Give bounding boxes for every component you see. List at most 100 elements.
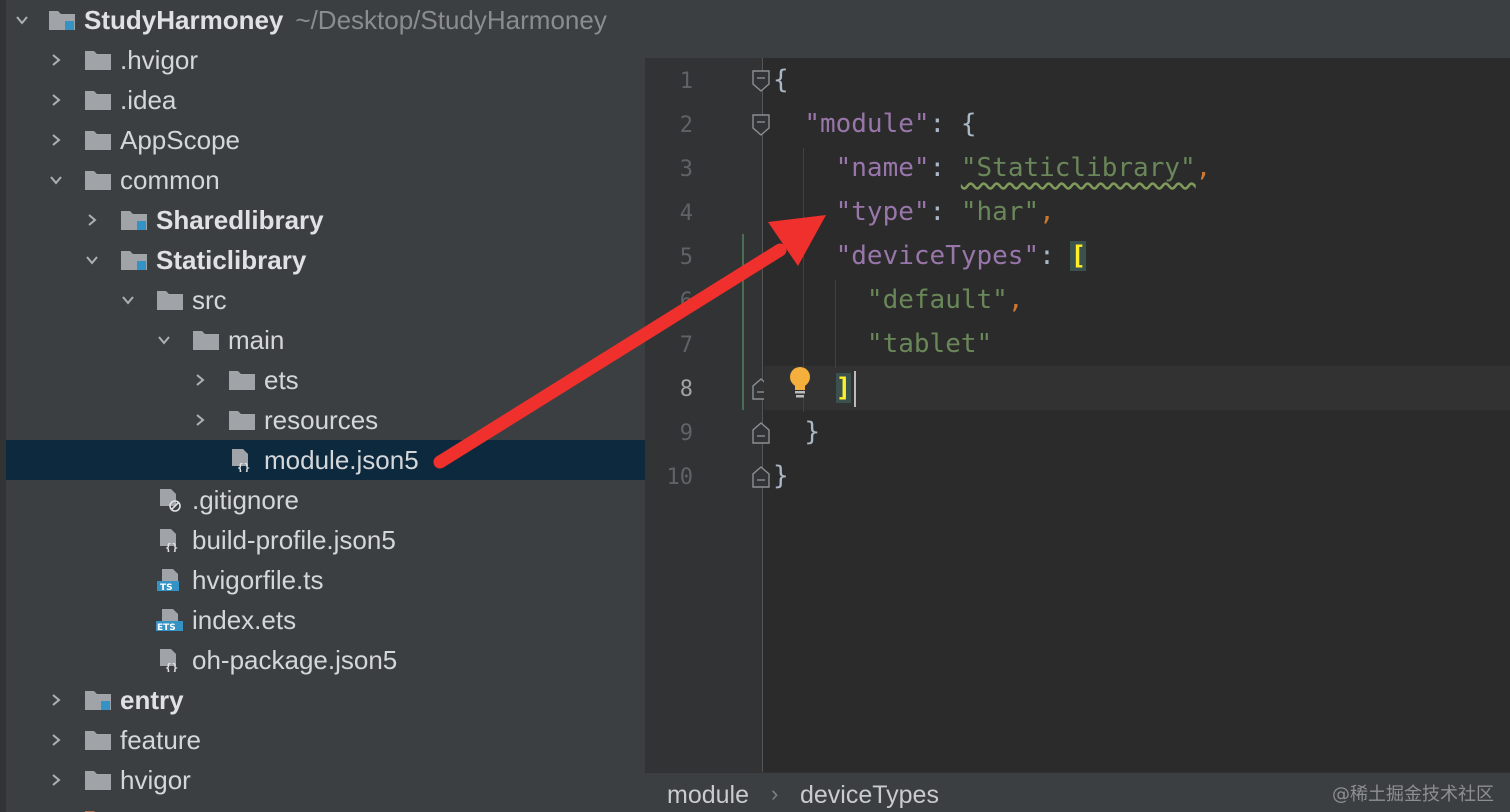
code-editor[interactable]: 1 2 3 4 5 6 7 8 9 10 { "module": { "name… <box>645 0 1510 812</box>
chevron-down-icon[interactable] <box>82 240 102 280</box>
json-comma: , <box>1039 197 1055 227</box>
tree-row-feature[interactable]: feature <box>0 720 645 760</box>
code-line-10[interactable]: } <box>773 454 789 498</box>
project-path: ~/Desktop/StudyHarmoney <box>295 5 607 35</box>
code-line-4[interactable]: "type": "har", <box>773 190 1055 234</box>
tree-row-resources[interactable]: resources <box>0 400 645 440</box>
folder-icon <box>156 288 184 312</box>
chevron-right-icon[interactable] <box>46 120 66 160</box>
tree-label: resources <box>264 405 379 435</box>
code-line-3[interactable]: "name": "Staticlibrary", <box>773 146 1212 190</box>
json-comma: , <box>1195 153 1212 183</box>
breadcrumb-item-devicetypes[interactable]: deviceTypes <box>800 773 939 812</box>
tree-row-build-profile[interactable]: {} build-profile.json5 <box>0 520 645 560</box>
tree-row-idea[interactable]: .idea <box>0 80 645 120</box>
tree-row-common[interactable]: common <box>0 160 645 200</box>
tree-label: hvigor <box>120 765 191 795</box>
chevron-down-icon[interactable] <box>154 320 174 360</box>
json-brace: } <box>773 461 789 491</box>
tree-label: AppScope <box>120 125 240 155</box>
typescript-file-icon: TS <box>156 568 184 592</box>
chevron-right-icon[interactable] <box>46 40 66 80</box>
project-name: StudyHarmoney <box>84 5 284 35</box>
tree-label: oh-package.json5 <box>192 645 398 675</box>
json-colon: : <box>929 109 946 139</box>
svg-text:{}: {} <box>237 461 250 472</box>
folder-icon <box>228 408 256 432</box>
tree-label: ets <box>264 365 299 395</box>
vcs-change-marker[interactable] <box>742 234 744 410</box>
breadcrumb-separator: › <box>771 781 779 806</box>
fold-open-icon[interactable] <box>752 70 770 92</box>
tree-label: src <box>192 285 227 315</box>
code-line-2[interactable]: "module": { <box>773 102 976 146</box>
folder-icon <box>192 328 220 352</box>
fold-open-icon[interactable] <box>752 114 770 136</box>
tree-label: Staticlibrary <box>156 245 307 275</box>
tree-row-main[interactable]: main <box>0 320 645 360</box>
tree-row-hvigorfile[interactable]: TS hvigorfile.ts <box>0 560 645 600</box>
lightbulb-icon[interactable] <box>785 365 815 399</box>
code-line-5[interactable]: "deviceTypes": [ <box>773 234 1087 278</box>
module-folder-icon <box>84 688 112 712</box>
tree-row-entry[interactable]: entry <box>0 680 645 720</box>
chevron-right-icon[interactable] <box>46 760 66 800</box>
tree-label: Sharedlibrary <box>156 205 324 235</box>
folder-icon <box>84 88 112 112</box>
json-file-icon: {} <box>228 448 256 472</box>
module-folder-icon <box>120 248 148 272</box>
tree-row-ets[interactable]: ets <box>0 360 645 400</box>
tree-row-module-json5[interactable]: {} module.json5 <box>6 440 645 480</box>
json-colon: : <box>1039 241 1055 271</box>
tree-label: index.ets <box>192 605 297 635</box>
svg-text:TS: TS <box>160 583 173 592</box>
json-string-typo: "Staticlibrary" <box>960 153 1196 183</box>
editor-gutter: 1 2 3 4 5 6 7 8 9 10 <box>645 58 763 772</box>
chevron-right-icon[interactable] <box>82 200 102 240</box>
tree-row-hvigor-dir[interactable]: .hvigor <box>0 40 645 80</box>
line-number: 9 <box>679 421 693 446</box>
tree-label-project-root: StudyHarmoney ~/Desktop/StudyHarmoney <box>84 0 607 40</box>
chevron-right-icon[interactable] <box>190 360 210 400</box>
tree-label: build-profile.json5 <box>192 525 396 555</box>
folder-icon <box>84 808 112 812</box>
chevron-right-icon[interactable] <box>46 680 66 720</box>
fold-close-icon[interactable] <box>752 466 770 488</box>
tree-label: feature <box>120 725 201 755</box>
breadcrumb-item-module[interactable]: module <box>667 773 749 812</box>
chevron-down-icon[interactable] <box>118 280 138 320</box>
folder-icon <box>84 48 112 72</box>
tree-row-hvigor[interactable]: hvigor <box>0 760 645 800</box>
watermark-text: @稀土掘金技术社区 <box>1332 784 1494 805</box>
json-string: "default" <box>866 285 1008 315</box>
chevron-down-icon[interactable] <box>46 160 66 200</box>
line-number: 2 <box>679 113 693 138</box>
tree-row-src[interactable]: src <box>0 280 645 320</box>
tree-label: .hvigor <box>120 45 199 75</box>
tree-row-index-ets[interactable]: ETS index.ets <box>0 600 645 640</box>
tree-row-appscope[interactable]: AppScope <box>0 120 645 160</box>
tree-label: entry <box>120 685 184 715</box>
tree-row-sharedlibrary[interactable]: Sharedlibrary <box>0 200 645 240</box>
chevron-right-icon[interactable] <box>46 80 66 120</box>
line-number: 4 <box>679 201 693 226</box>
tree-row-staticlibrary[interactable]: Staticlibrary <box>0 240 645 280</box>
code-line-6[interactable]: "default", <box>773 278 1024 322</box>
tree-label: common <box>120 165 220 195</box>
line-number: 5 <box>679 245 693 270</box>
json-comma: , <box>1007 285 1024 315</box>
module-folder-icon <box>48 8 76 32</box>
tree-row-oh-package[interactable]: {} oh-package.json5 <box>0 640 645 680</box>
tree-row-gitignore[interactable]: .gitignore <box>0 480 645 520</box>
chevron-right-icon[interactable] <box>190 400 210 440</box>
code-line-9[interactable]: } <box>773 410 820 454</box>
editor-tab-bar <box>645 0 1510 58</box>
chevron-right-icon[interactable] <box>46 720 66 760</box>
code-line-1[interactable]: { <box>773 58 789 102</box>
code-line-7[interactable]: "tablet" <box>773 322 992 366</box>
fold-close-icon[interactable] <box>752 422 770 444</box>
tree-row-project-root[interactable]: StudyHarmoney ~/Desktop/StudyHarmoney <box>0 0 645 40</box>
matched-bracket: [ <box>1070 241 1087 271</box>
line-number: 6 <box>679 289 693 314</box>
chevron-down-icon[interactable] <box>12 0 32 40</box>
